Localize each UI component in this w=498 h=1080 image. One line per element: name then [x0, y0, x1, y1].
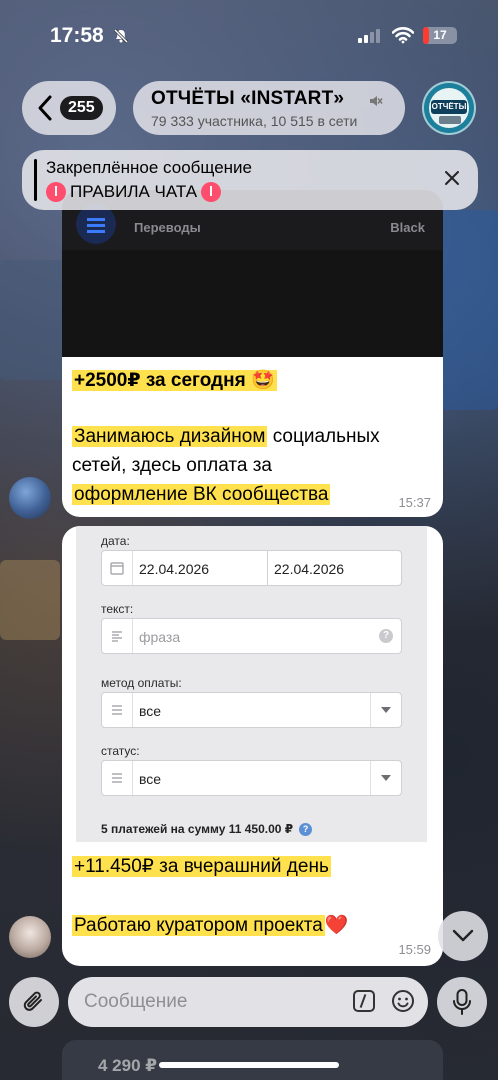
field-divider	[132, 761, 133, 795]
battery-percent: 17	[433, 28, 447, 42]
wallpaper-shape	[0, 260, 70, 380]
field-divider	[267, 551, 268, 585]
chevron-left-icon	[38, 95, 52, 121]
laptop-icon	[439, 116, 461, 124]
field-divider	[132, 693, 133, 727]
date-label: дата:	[101, 534, 130, 548]
card-name: Black	[390, 220, 425, 235]
message-line: Занимаюсь дизайном социальных	[72, 426, 380, 447]
message-line: +2500₽ за сегодня 🤩	[72, 370, 277, 391]
chat-title-button[interactable]: ОТЧЁТЫ «INSTART» 79 333 участника, 10 51…	[133, 81, 405, 135]
list-icon	[112, 773, 122, 783]
wallpaper-shape	[0, 560, 60, 640]
date-range-field: 22.04.2026 22.04.2026	[101, 550, 402, 586]
scroll-to-bottom-button[interactable]	[438, 911, 488, 961]
bell-slash-icon	[113, 28, 129, 44]
message-timestamp: 15:37	[398, 495, 431, 510]
field-divider	[132, 619, 133, 653]
message-input[interactable]: Сообщение	[68, 977, 428, 1027]
commands-icon[interactable]	[353, 990, 375, 1012]
pinned-message-bar[interactable]: Закреплённое сообщение ПРАВИЛА ЧАТА	[22, 150, 478, 210]
message-line: Работаю куратором проекта ❤️	[72, 915, 349, 936]
battery-indicator: 17	[423, 27, 457, 44]
home-indicator	[159, 1062, 339, 1068]
cellular-signal-icon	[358, 27, 382, 43]
microphone-icon	[453, 989, 471, 1015]
wallpaper-shape	[438, 210, 498, 410]
message-bubble[interactable]: Переводы Black +2500₽ за сегодня 🤩 Заним…	[62, 190, 443, 517]
list-icon	[112, 705, 122, 715]
text-field: фраза ?	[101, 618, 402, 654]
emoji-icon[interactable]	[391, 989, 415, 1013]
wifi-icon	[392, 27, 414, 44]
message-photo-payment-form[interactable]: дата: 22.04.2026 22.04.2026 текст: фраза…	[76, 526, 427, 842]
payments-summary: 5 платежей на сумму 11 450.00 ₽ ?	[101, 822, 313, 836]
payments-summary-text: 5 платежей на сумму 11 450.00 ₽	[101, 822, 294, 836]
date-to-value: 22.04.2026	[274, 561, 345, 577]
heart-emoji: ❤️	[324, 915, 349, 936]
bank-logo-icon	[76, 204, 116, 244]
voice-message-button[interactable]	[437, 977, 487, 1027]
field-divider	[370, 693, 371, 727]
info-icon: ?	[299, 822, 313, 836]
sender-avatar[interactable]	[9, 916, 51, 958]
unread-count-badge: 255	[60, 96, 103, 120]
attach-button[interactable]	[9, 977, 59, 1027]
message-line: оформление ВК сообщества	[72, 484, 331, 505]
pinned-text: ПРАВИЛА ЧАТА	[46, 182, 222, 202]
text-lines-icon	[112, 631, 122, 642]
chat-member-count: 79 333 участника, 10 515 в сети	[151, 113, 358, 129]
payment-method-select: все	[101, 692, 402, 728]
message-line: сетей, здесь оплата за	[72, 455, 272, 476]
next-message-preview: 4 290 ₽	[62, 1040, 443, 1080]
caret-down-icon	[381, 775, 391, 781]
status-value: все	[139, 771, 162, 787]
text-label: текст:	[101, 602, 134, 616]
chat-title: ОТЧЁТЫ «INSTART»	[151, 88, 345, 109]
status-label: статус:	[101, 744, 140, 758]
date-from-value: 22.04.2026	[139, 561, 210, 577]
message-photo[interactable]: Переводы Black	[62, 190, 443, 357]
calendar-icon	[110, 562, 124, 575]
pinned-indicator	[34, 159, 37, 201]
payment-method-value: все	[139, 703, 162, 719]
arrow-down-icon	[201, 182, 222, 202]
message-line: +11.450₽ за вчерашний день	[72, 856, 331, 877]
status-bar: 17:58 17	[0, 0, 498, 70]
avatar-label: ОТЧЁТЫ	[431, 100, 467, 114]
field-divider	[370, 761, 371, 795]
paperclip-icon	[23, 991, 42, 1011]
help-icon: ?	[379, 629, 393, 643]
text-placeholder: фраза	[139, 629, 181, 645]
caret-down-icon	[381, 707, 391, 713]
next-message-text: 4 290 ₽	[98, 1056, 158, 1075]
back-button[interactable]: 255	[22, 81, 116, 135]
status-select: все	[101, 760, 402, 796]
payment-method-label: метод оплаты:	[101, 676, 182, 690]
chevron-down-icon	[452, 929, 474, 942]
message-timestamp: 15:59	[398, 942, 431, 957]
pinned-title: Закреплённое сообщение	[46, 158, 252, 177]
avatar-image: ОТЧЁТЫ	[429, 88, 469, 128]
field-divider	[132, 551, 133, 585]
clock: 17:58	[50, 24, 104, 47]
message-input-placeholder: Сообщение	[84, 991, 188, 1012]
sender-avatar[interactable]	[9, 477, 51, 519]
arrow-down-icon	[46, 182, 66, 202]
pinned-message-text: ПРАВИЛА ЧАТА	[70, 182, 198, 201]
message-bubble[interactable]: дата: 22.04.2026 22.04.2026 текст: фраза…	[62, 526, 443, 966]
bank-transfers-label: Переводы	[134, 220, 201, 235]
chat-avatar[interactable]: ОТЧЁТЫ	[422, 81, 476, 135]
muted-speaker-icon	[370, 96, 383, 106]
close-icon[interactable]	[442, 168, 462, 188]
